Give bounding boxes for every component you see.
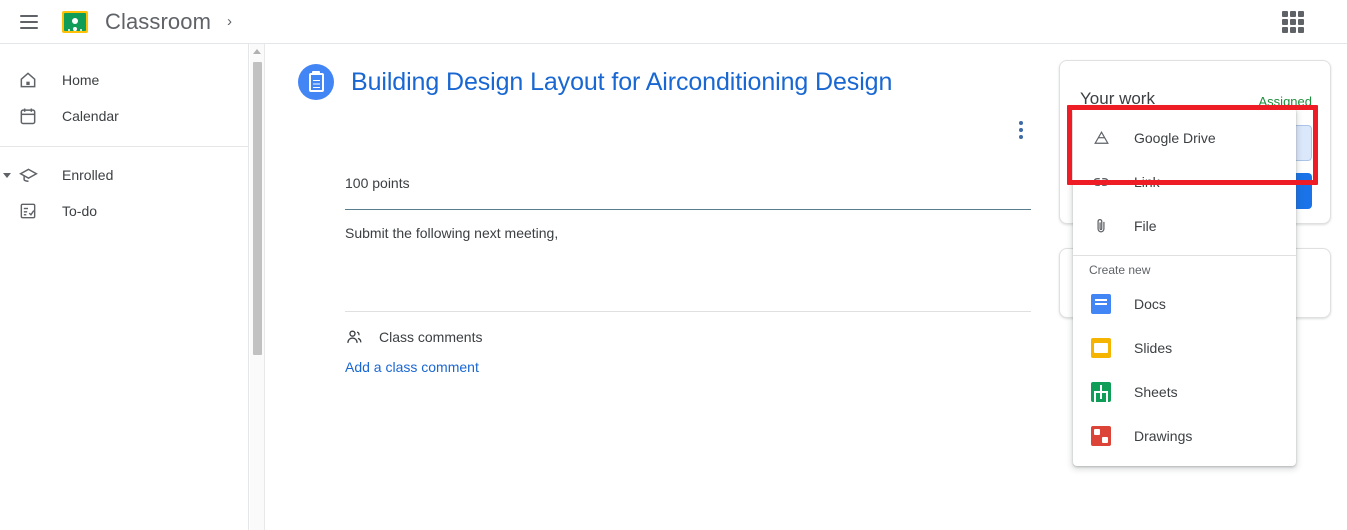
todo-list-icon bbox=[16, 199, 40, 223]
menu-item-label: Link bbox=[1134, 174, 1160, 190]
class-comments-header: Class comments bbox=[345, 327, 482, 347]
add-class-comment-link[interactable]: Add a class comment bbox=[345, 359, 479, 375]
sidebar-item-calendar[interactable]: Calendar bbox=[0, 98, 248, 134]
app-title: Classroom bbox=[105, 9, 211, 35]
assignment-title[interactable]: Building Design Layout for Airconditioni… bbox=[351, 68, 892, 97]
google-sheets-icon bbox=[1089, 380, 1113, 404]
sidebar-item-todo[interactable]: To-do bbox=[0, 193, 248, 229]
sidebar-item-label: Calendar bbox=[62, 108, 119, 124]
assignment-instructions: Submit the following next meeting, bbox=[345, 223, 558, 243]
hamburger-menu-icon[interactable] bbox=[17, 10, 41, 34]
paperclip-icon bbox=[1089, 214, 1113, 238]
link-icon bbox=[1089, 170, 1113, 194]
section-divider-light bbox=[345, 311, 1031, 312]
class-comments-icon bbox=[345, 327, 365, 347]
menu-item-label: Docs bbox=[1134, 296, 1166, 312]
graduation-cap-icon bbox=[16, 163, 40, 187]
classroom-brand[interactable]: Classroom › bbox=[62, 9, 232, 35]
scroll-up-arrow-icon[interactable] bbox=[253, 49, 261, 54]
top-app-bar: Classroom › bbox=[0, 0, 1347, 44]
google-classroom-logo bbox=[62, 11, 88, 33]
sidebar-item-label: Home bbox=[62, 72, 99, 88]
sidebar-item-label: To-do bbox=[62, 203, 97, 219]
menu-item-file[interactable]: File bbox=[1073, 204, 1296, 248]
sidebar-item-home[interactable]: Home bbox=[0, 62, 248, 98]
add-or-create-menu: Google Drive Link File Create new bbox=[1073, 108, 1296, 466]
assignment-points: 100 points bbox=[345, 175, 410, 191]
calendar-icon bbox=[16, 104, 40, 128]
apps-grid-icon[interactable] bbox=[1282, 11, 1304, 33]
menu-item-label: Drawings bbox=[1134, 428, 1192, 444]
scrollbar-thumb[interactable] bbox=[253, 62, 262, 355]
google-slides-icon bbox=[1089, 336, 1113, 360]
sidebar-item-enrolled[interactable]: Enrolled bbox=[0, 157, 248, 193]
chevron-down-icon[interactable] bbox=[3, 173, 11, 178]
assignment-clipboard-icon bbox=[298, 64, 334, 100]
class-comments-label: Class comments bbox=[379, 329, 482, 345]
home-icon bbox=[16, 68, 40, 92]
your-work-title: Your work bbox=[1080, 89, 1155, 109]
menu-item-sheets[interactable]: Sheets bbox=[1073, 370, 1296, 414]
classroom-app: Classroom › Home bbox=[0, 0, 1347, 530]
menu-item-link[interactable]: Link bbox=[1073, 160, 1296, 204]
sidebar-nav: Home Calendar Enrolled bbox=[0, 44, 249, 530]
menu-item-label: Slides bbox=[1134, 340, 1172, 356]
chevron-right-icon[interactable]: › bbox=[227, 14, 232, 29]
menu-item-docs[interactable]: Docs bbox=[1073, 282, 1296, 326]
menu-divider bbox=[1073, 255, 1296, 256]
menu-section-label: Create new bbox=[1073, 262, 1296, 278]
google-drive-icon bbox=[1089, 126, 1113, 150]
sidebar-item-label: Enrolled bbox=[62, 167, 113, 183]
sidebar-divider bbox=[0, 146, 248, 147]
section-divider-strong bbox=[345, 209, 1031, 210]
menu-item-google-drive[interactable]: Google Drive bbox=[1073, 116, 1296, 160]
sidebar-scrollbar[interactable] bbox=[250, 44, 265, 530]
menu-item-label: File bbox=[1134, 218, 1157, 234]
google-docs-icon bbox=[1089, 292, 1113, 316]
more-vert-icon[interactable] bbox=[1003, 112, 1039, 148]
google-drawings-icon bbox=[1089, 424, 1113, 448]
status-badge: Assigned bbox=[1259, 94, 1312, 109]
menu-item-label: Google Drive bbox=[1134, 130, 1216, 146]
assignment-header: Building Design Layout for Airconditioni… bbox=[298, 64, 1018, 100]
menu-item-drawings[interactable]: Drawings bbox=[1073, 414, 1296, 458]
menu-item-slides[interactable]: Slides bbox=[1073, 326, 1296, 370]
menu-item-label: Sheets bbox=[1134, 384, 1178, 400]
